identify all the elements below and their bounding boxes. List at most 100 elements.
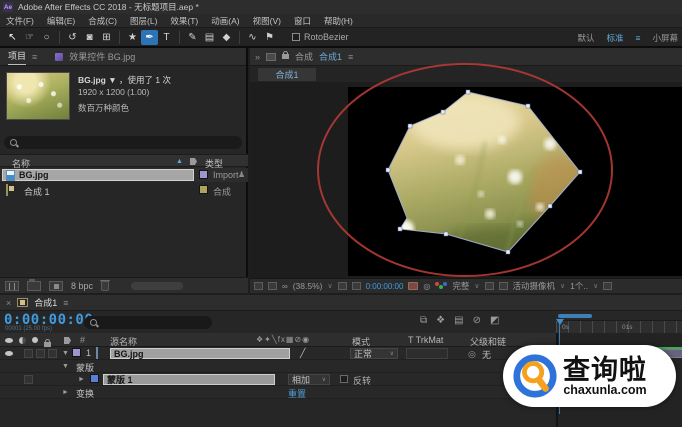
- snapshot-icon[interactable]: [408, 282, 418, 290]
- workspace-more-icon[interactable]: ≡: [636, 33, 641, 43]
- view-layout-dropdown[interactable]: 活动摄像机: [513, 280, 556, 292]
- pickwhip-icon[interactable]: ◎: [468, 349, 476, 360]
- audio-toggle[interactable]: [24, 349, 33, 358]
- expand-arrow-icon[interactable]: ▼: [62, 363, 69, 370]
- viewer-active-comp-label[interactable]: 合成1: [319, 50, 342, 63]
- project-item-row[interactable]: 合成 1 合成: [0, 183, 248, 197]
- rotation-tool-icon[interactable]: ↺: [64, 30, 81, 45]
- rotobezier-checkbox[interactable]: [292, 33, 300, 41]
- pen-tool-icon[interactable]: ✒: [141, 30, 158, 45]
- target-region-icon[interactable]: [485, 282, 494, 290]
- trkmat-column[interactable]: T TrkMat: [408, 335, 443, 345]
- horizontal-scrollbar[interactable]: [131, 282, 183, 290]
- menu-view[interactable]: 视图(V): [253, 15, 281, 27]
- graph-editor-icon[interactable]: ◩: [490, 315, 499, 326]
- pan-behind-tool-icon[interactable]: ⊞: [98, 30, 115, 45]
- layer-label-swatch[interactable]: [72, 348, 81, 357]
- new-folder-icon[interactable]: [27, 281, 41, 291]
- new-composition-icon[interactable]: [49, 281, 63, 291]
- timeline-panel-menu-icon[interactable]: ≡: [63, 298, 68, 308]
- lock-icon[interactable]: [282, 54, 289, 59]
- audio-column-icon[interactable]: [19, 337, 26, 344]
- menu-composition[interactable]: 合成(C): [88, 15, 117, 27]
- delete-icon[interactable]: [101, 281, 109, 291]
- transform-row[interactable]: ► 变换 重置: [0, 386, 554, 399]
- timeline-search-input[interactable]: [84, 316, 212, 329]
- interpret-footage-icon[interactable]: [5, 281, 19, 291]
- project-search-input[interactable]: [4, 136, 242, 149]
- clone-stamp-tool-icon[interactable]: ▤: [201, 30, 218, 45]
- close-icon[interactable]: ×: [6, 298, 11, 308]
- rotobezier-toggle[interactable]: RotoBezier: [292, 32, 349, 42]
- magnification-dropdown[interactable]: (38.5%): [293, 281, 323, 291]
- shy-layers-icon[interactable]: ❖: [436, 315, 445, 326]
- solo-column-icon[interactable]: [32, 337, 38, 343]
- tab-project[interactable]: 项目: [8, 49, 26, 65]
- motion-blur-icon[interactable]: ⊘: [473, 315, 481, 326]
- 3d-glasses-icon[interactable]: ∞: [282, 282, 288, 291]
- tab-effect-controls[interactable]: 效果控件 BG.jpg: [69, 50, 135, 63]
- menu-edit[interactable]: 编辑(E): [47, 15, 75, 27]
- expand-arrow-icon[interactable]: ▼: [62, 350, 69, 357]
- lock-toggle[interactable]: [48, 349, 57, 358]
- project-panel-menu-icon[interactable]: ≡: [32, 52, 37, 62]
- transparency-grid-icon[interactable]: [352, 282, 361, 290]
- video-column-icon[interactable]: [5, 338, 13, 343]
- layer-name[interactable]: BG.jpg: [110, 348, 290, 359]
- menu-effect[interactable]: 效果(T): [170, 15, 198, 27]
- tab-comp1[interactable]: 合成1: [258, 68, 316, 81]
- resolution-dropdown[interactable]: 完整: [452, 280, 469, 292]
- menu-window[interactable]: 窗口: [294, 15, 311, 27]
- puppet-pin-tool-icon[interactable]: ⚑: [261, 30, 278, 45]
- panel-chevrons-icon[interactable]: »: [255, 52, 260, 62]
- trkmat-dropdown[interactable]: [406, 348, 448, 359]
- layer-row-bg[interactable]: ▼ 1 BG.jpg ╱ 正常 ∨ ◎ 无: [0, 347, 554, 360]
- label-column-icon[interactable]: [190, 158, 197, 165]
- menu-help[interactable]: 帮助(H): [324, 15, 353, 27]
- mask-inverted-checkbox[interactable]: [340, 375, 348, 383]
- region-of-interest-icon[interactable]: [338, 282, 347, 290]
- chevron-down-icon[interactable]: ∨: [560, 282, 565, 290]
- hand-tool-icon[interactable]: ☞: [21, 30, 38, 45]
- selection-tool-icon[interactable]: ↖: [4, 30, 21, 45]
- project-item-name-cell[interactable]: BG.jpg: [2, 169, 194, 181]
- always-preview-icon[interactable]: [254, 282, 263, 290]
- quality-switch-icon[interactable]: ╱: [300, 348, 305, 359]
- show-channels-icon[interactable]: [435, 282, 447, 290]
- mask-visibility-toggle[interactable]: [24, 375, 33, 384]
- sort-arrow-icon[interactable]: ▲: [176, 158, 183, 165]
- eraser-tool-icon[interactable]: ◆: [218, 30, 235, 45]
- chevron-down-icon[interactable]: ∨: [474, 282, 479, 290]
- pixel-aspect-icon[interactable]: [603, 282, 612, 290]
- masks-group-row[interactable]: ▼ 蒙版: [0, 360, 554, 373]
- menu-layer[interactable]: 图层(L): [130, 15, 157, 27]
- workspace-default[interactable]: 默认: [577, 32, 594, 44]
- timeline-tab-comp1[interactable]: 合成1: [34, 296, 57, 309]
- mask-row[interactable]: ► 蒙版 1 相加 ∨ 反转: [0, 373, 554, 386]
- composition-mini-flowchart-icon[interactable]: ⧉: [420, 315, 427, 326]
- time-ruler[interactable]: 0s 01s: [556, 320, 682, 333]
- frame-blending-icon[interactable]: ▤: [454, 315, 463, 326]
- chevron-down-icon[interactable]: ∨: [327, 282, 332, 290]
- show-snapshot-icon[interactable]: ◎: [423, 282, 430, 291]
- project-bit-depth[interactable]: 8 bpc: [71, 281, 93, 291]
- brush-tool-icon[interactable]: ✎: [184, 30, 201, 45]
- zoom-tool-icon[interactable]: ○: [38, 30, 55, 45]
- composition-viewport[interactable]: [250, 82, 682, 278]
- playhead[interactable]: [556, 319, 564, 325]
- grid-guides-icon[interactable]: [499, 282, 508, 290]
- type-tool-icon[interactable]: T: [158, 30, 175, 45]
- mask-name[interactable]: 蒙版 1: [103, 374, 275, 385]
- viewer-panel-menu-icon[interactable]: ≡: [348, 52, 353, 62]
- viewer-timecode[interactable]: 0:00:00:00: [366, 282, 404, 291]
- roto-brush-tool-icon[interactable]: ∿: [244, 30, 261, 45]
- shape-tool-icon[interactable]: ★: [124, 30, 141, 45]
- label-column-icon[interactable]: [64, 337, 71, 344]
- mask-color-swatch[interactable]: [90, 374, 99, 383]
- view-count-dropdown[interactable]: 1个..: [570, 280, 588, 292]
- workspace-small-screen[interactable]: 小屏幕: [652, 32, 678, 44]
- mask-mode-dropdown[interactable]: 相加 ∨: [288, 374, 330, 385]
- workspace-standard[interactable]: 标准: [607, 32, 624, 44]
- footage-thumbnail[interactable]: [6, 72, 70, 120]
- solo-toggle[interactable]: [36, 349, 45, 358]
